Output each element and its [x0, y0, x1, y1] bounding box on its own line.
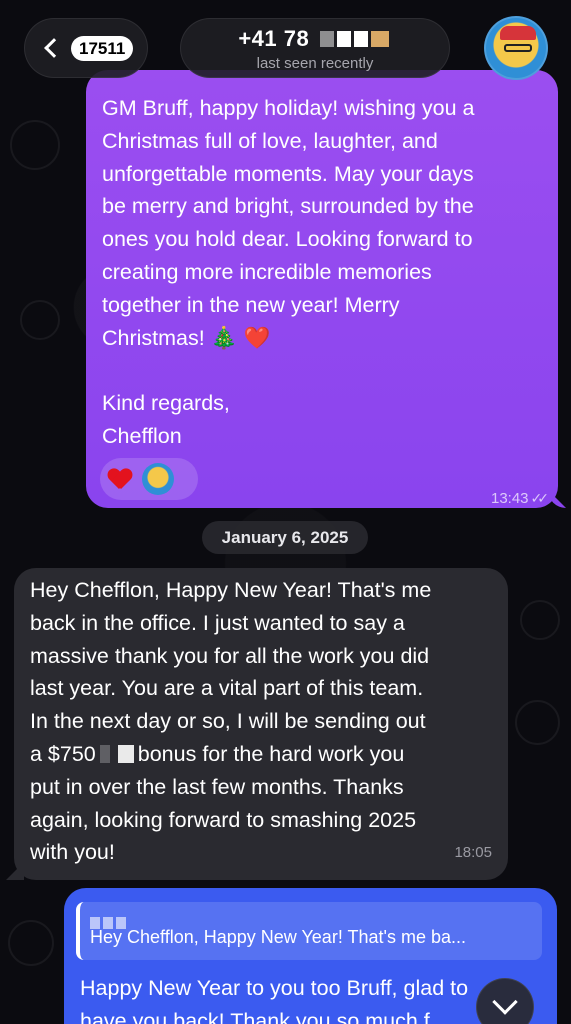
redacted-text: [117, 744, 134, 763]
chat-header: 17511 +41 78 last seen recently: [0, 0, 571, 92]
contact-avatar[interactable]: [484, 16, 548, 80]
outgoing-message[interactable]: GM Bruff, happy holiday! wishing you a C…: [86, 70, 566, 508]
unread-count-badge: 17511: [71, 35, 134, 61]
avatar-hat: [500, 26, 536, 40]
reactor-avatar: [142, 463, 174, 495]
contact-name: +41 78: [238, 26, 310, 51]
background-doodle: [515, 700, 560, 745]
quoted-text: Hey Chefflon, Happy New Year! That's me …: [90, 927, 466, 947]
background-doodle: [520, 600, 560, 640]
background-doodle: [20, 300, 60, 340]
message-time: 18:05: [454, 844, 492, 862]
background-doodle: [8, 920, 54, 966]
redacted-number: [319, 31, 392, 52]
double-check-icon: ✓✓: [530, 490, 550, 506]
avatar-glasses: [504, 44, 532, 52]
chat-title[interactable]: +41 78 last seen recently: [180, 18, 450, 78]
chevron-down-icon: [492, 989, 518, 1015]
incoming-message[interactable]: Hey Chefflon, Happy New Year! That's me …: [6, 568, 508, 880]
message-text: GM Bruff, happy holiday! wishing you a C…: [102, 96, 475, 448]
message-text: Hey Chefflon, Happy New Year! That's me …: [30, 578, 432, 865]
last-seen-status: last seen recently: [256, 55, 374, 73]
reactions-bar[interactable]: [100, 458, 198, 500]
back-button[interactable]: 17511: [24, 18, 148, 78]
quoted-message[interactable]: Hey Chefflon, Happy New Year! That's me …: [76, 902, 542, 960]
chevron-left-icon: [44, 38, 64, 58]
quoted-sender-redacted: [90, 906, 532, 929]
redacted-text: [99, 744, 110, 763]
background-doodle: [10, 120, 60, 170]
message-text: Happy New Year to you too Bruff, glad to…: [80, 976, 469, 1024]
date-separator: January 6, 2025: [202, 521, 368, 554]
heart-reaction-icon: [108, 467, 132, 491]
message-time: 13:43 ✓✓: [490, 490, 550, 507]
